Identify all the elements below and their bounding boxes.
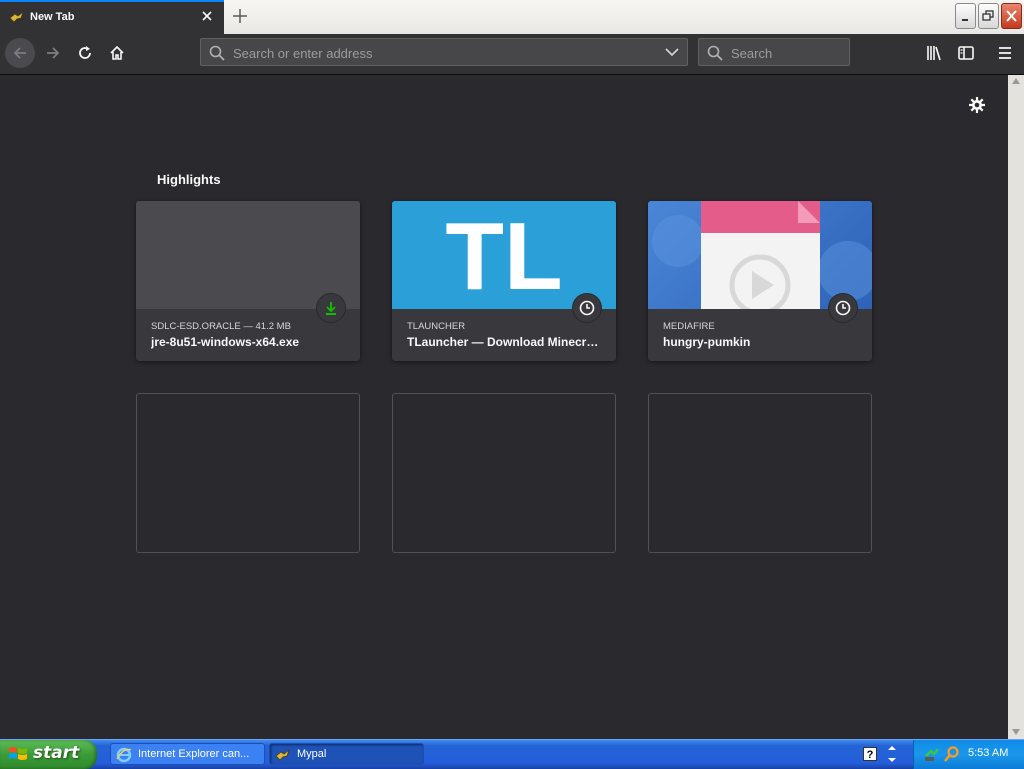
- card-badge: [828, 293, 858, 323]
- reload-icon: [79, 46, 91, 59]
- highlight-card[interactable]: MEDIAFIRE hungry-pumkin: [648, 201, 872, 361]
- card-title: hungry-pumkin: [663, 335, 751, 349]
- empty-highlight-slot: [392, 393, 616, 553]
- network-icon[interactable]: [924, 746, 940, 762]
- clock-icon: [579, 300, 595, 316]
- taskbar-item-label: Internet Explorer can...: [138, 748, 250, 760]
- taskbar-item-label: Mypal: [297, 748, 327, 760]
- mypal-icon: [9, 10, 24, 23]
- reload-button[interactable]: [70, 38, 100, 68]
- card-source: SDLC-ESD.ORACLE — 41.2 MB: [151, 321, 291, 332]
- start-label: start: [33, 743, 80, 763]
- nav-toolbar: [0, 34, 1024, 75]
- tab-new-tab[interactable]: New Tab: [0, 0, 224, 34]
- menu-icon[interactable]: [996, 44, 1014, 62]
- clock-icon: [835, 300, 851, 316]
- search-input[interactable]: [729, 43, 845, 63]
- address-input[interactable]: [231, 43, 655, 63]
- card-source: TLAUNCHER: [407, 321, 466, 332]
- card-source: MEDIAFIRE: [663, 321, 715, 332]
- settings-gear-icon[interactable]: [967, 95, 987, 115]
- address-bar[interactable]: [200, 38, 688, 66]
- taskbar-scroll-icon[interactable]: [887, 744, 897, 764]
- chevron-down-icon[interactable]: [665, 47, 679, 57]
- highlight-card[interactable]: SDLC-ESD.ORACLE — 41.2 MB jre-8u51-windo…: [136, 201, 360, 361]
- vertical-scrollbar[interactable]: [1008, 75, 1024, 739]
- new-tab-button[interactable]: [229, 5, 251, 27]
- close-tab-icon[interactable]: [199, 8, 215, 24]
- taskbar-item-internet-explorer[interactable]: Internet Explorer can...: [110, 743, 265, 765]
- download-icon: [326, 302, 336, 315]
- restore-button[interactable]: [978, 3, 999, 29]
- close-window-button[interactable]: [1001, 3, 1022, 29]
- tab-strip: New Tab: [0, 0, 1024, 35]
- sidebar-icon[interactable]: [957, 44, 975, 62]
- search-bar[interactable]: [698, 38, 850, 66]
- highlights-heading: Highlights: [157, 172, 221, 187]
- taskbar: start Internet Explorer can... Mypal ? 5: [0, 739, 1024, 769]
- close-icon: [1006, 10, 1017, 22]
- arrow-left-icon: [13, 47, 26, 59]
- empty-highlight-slot: [648, 393, 872, 553]
- minimize-button[interactable]: [955, 3, 976, 29]
- mypal-icon: [275, 748, 290, 761]
- search-icon: [209, 45, 225, 61]
- search-icon: [707, 45, 723, 61]
- card-badge: [316, 293, 346, 323]
- home-button[interactable]: [102, 38, 132, 68]
- home-icon: [110, 45, 124, 60]
- clock: 5:53 AM: [968, 747, 1009, 759]
- empty-highlight-slot: [136, 393, 360, 553]
- help-icon[interactable]: ?: [863, 746, 877, 762]
- system-tray: 5:53 AM: [913, 740, 1024, 769]
- card-title: TLauncher — Download Minecr…: [407, 335, 599, 349]
- minimize-icon: [962, 19, 968, 21]
- arrow-right-icon: [47, 47, 60, 59]
- highlight-card[interactable]: TL TLAUNCHER TLauncher — Download Minecr…: [392, 201, 616, 361]
- windows-flag-icon: [9, 747, 27, 760]
- svg-text:?: ?: [867, 749, 874, 761]
- start-button[interactable]: start: [0, 740, 97, 769]
- scroll-up-icon[interactable]: [1012, 78, 1020, 84]
- search-tray-icon[interactable]: [944, 746, 960, 762]
- card-title: jre-8u51-windows-x64.exe: [151, 335, 300, 349]
- tab-title: New Tab: [30, 11, 75, 23]
- ie-icon: [116, 747, 132, 763]
- restore-icon: [982, 10, 994, 21]
- scroll-down-icon[interactable]: [1012, 729, 1020, 735]
- taskbar-item-mypal[interactable]: Mypal: [269, 743, 424, 765]
- back-button[interactable]: [5, 38, 35, 68]
- library-icon[interactable]: [925, 44, 943, 62]
- forward-button[interactable]: [38, 38, 68, 68]
- card-badge: [572, 293, 602, 323]
- tlauncher-logo-text: TL: [445, 203, 562, 309]
